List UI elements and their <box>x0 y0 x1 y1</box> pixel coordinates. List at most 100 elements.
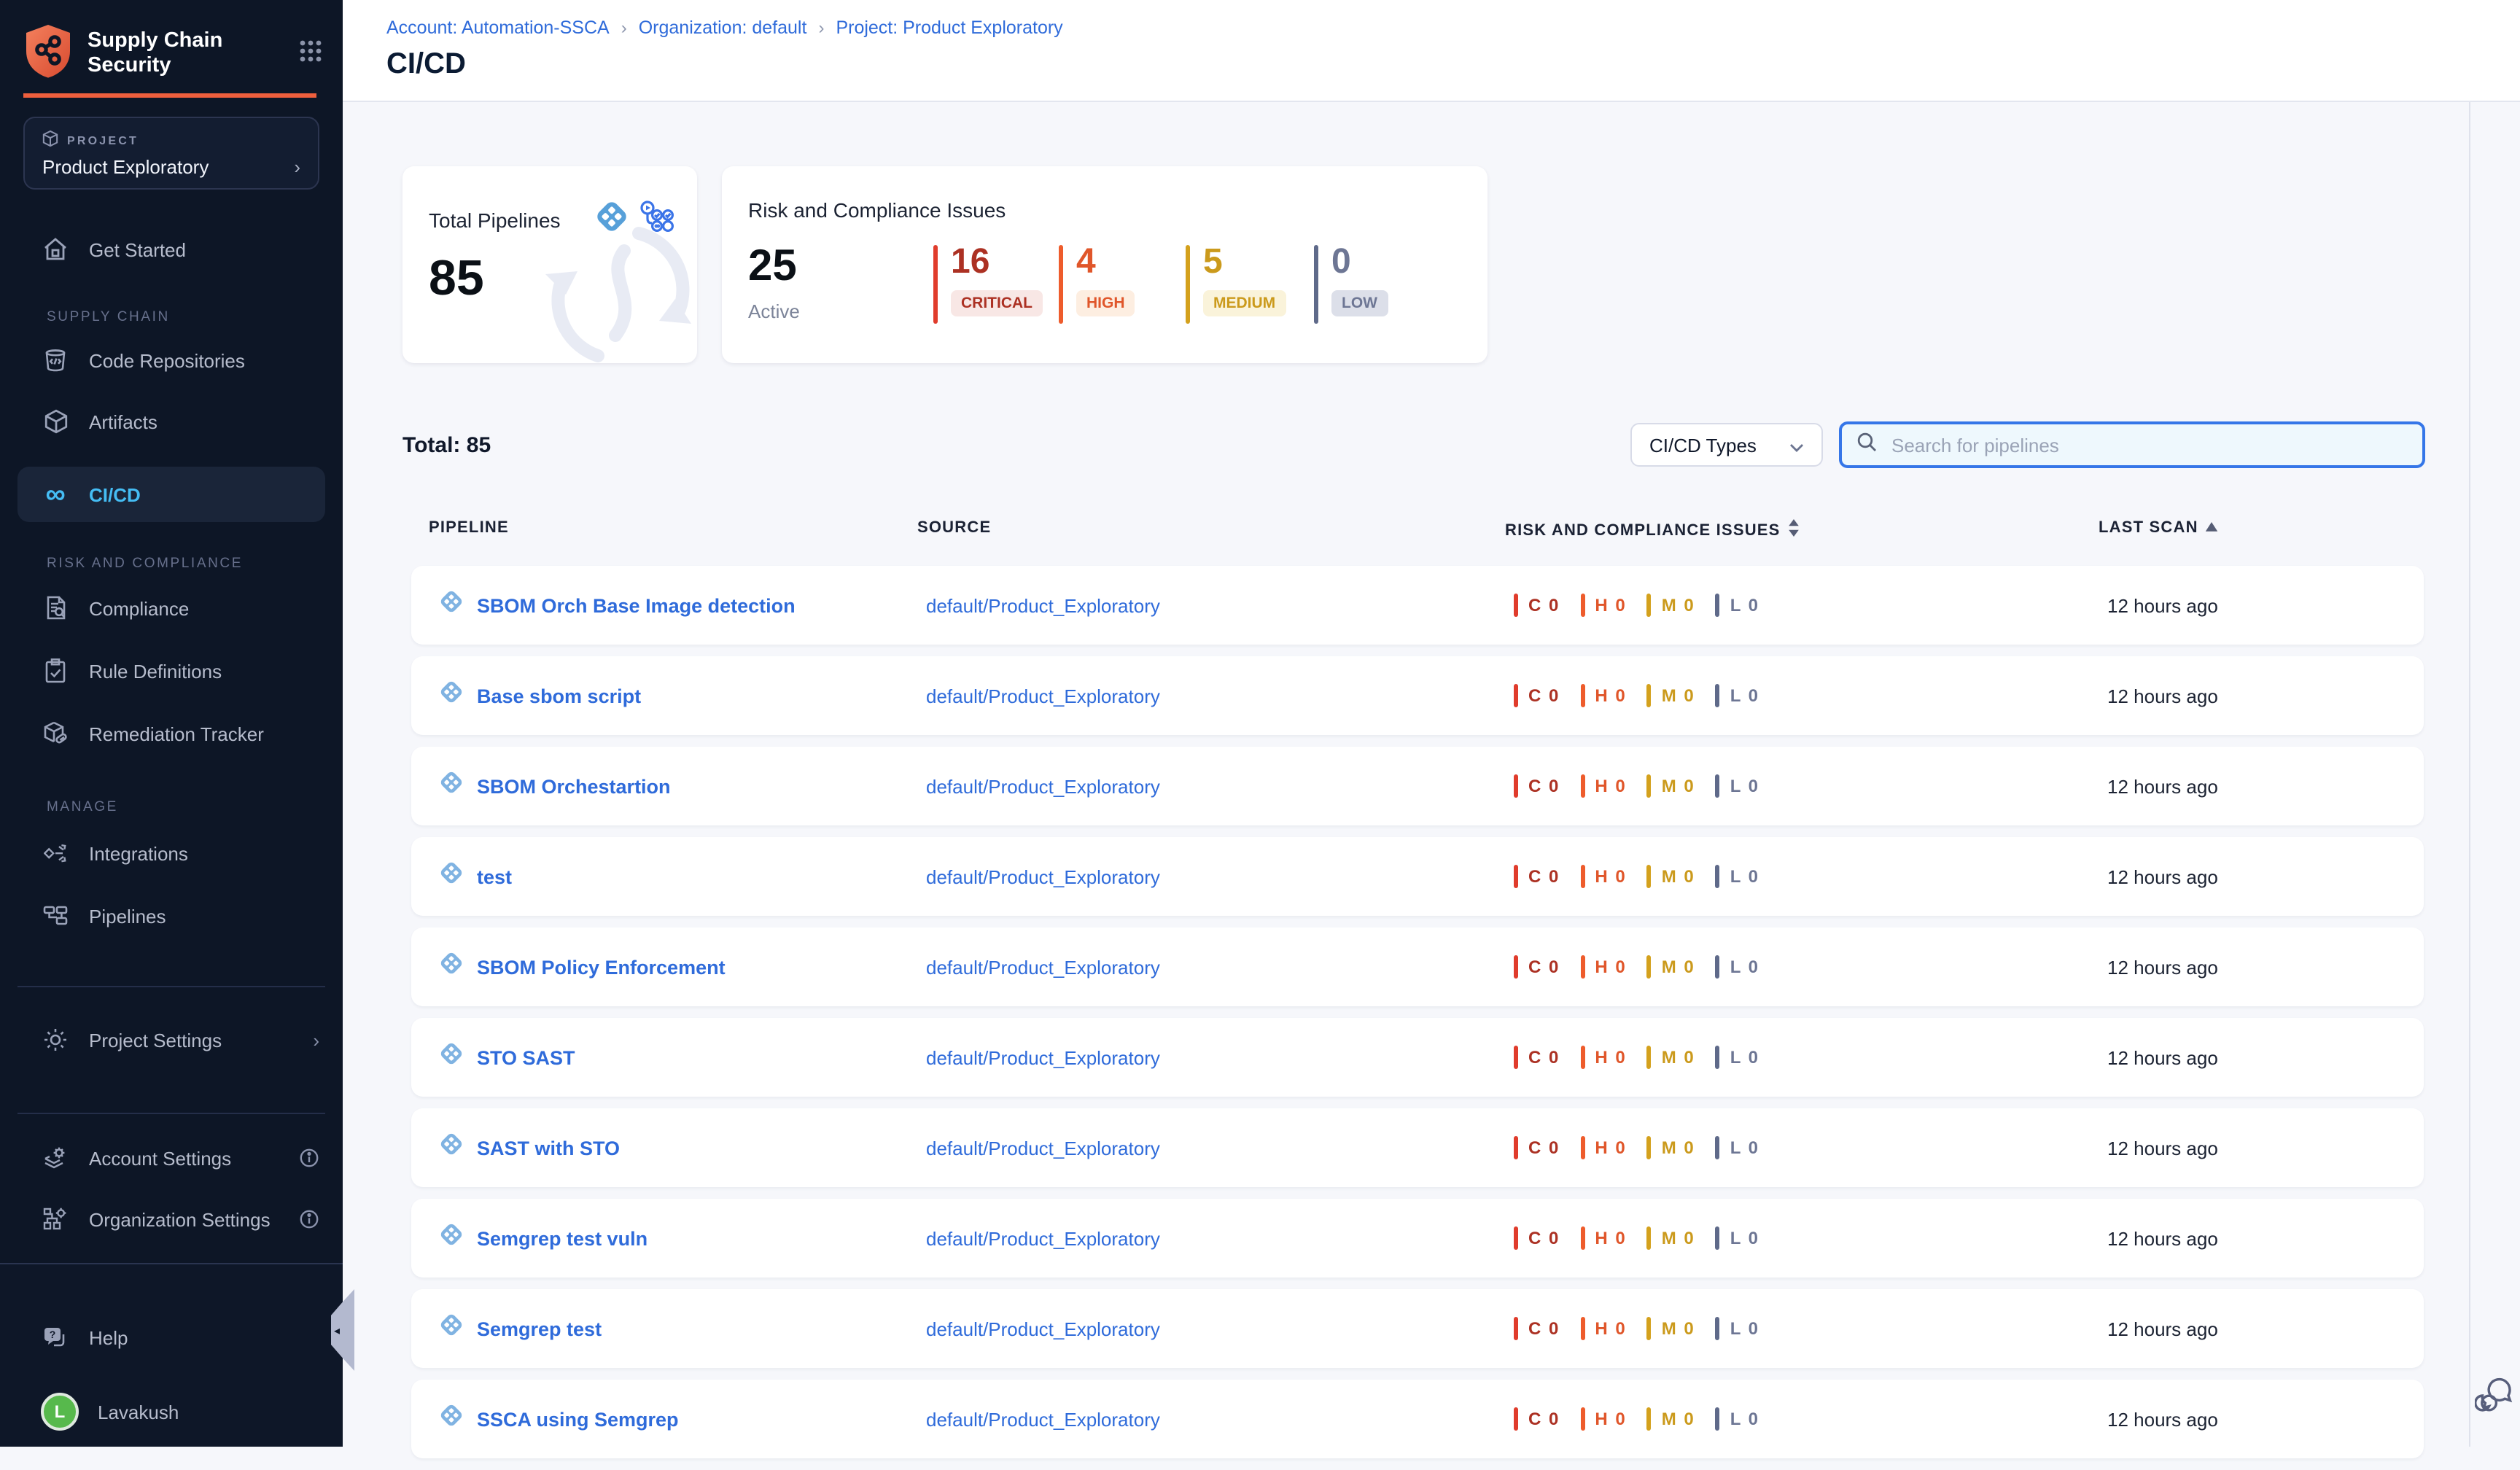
table-row[interactable]: SBOM Orch Base Image detection default/P… <box>411 566 2424 645</box>
info-icon[interactable] <box>299 1148 319 1168</box>
table-row[interactable]: Semgrep test vuln default/Product_Explor… <box>411 1199 2424 1278</box>
sidebar-item-cicd[interactable]: ∞ CI/CD <box>18 467 325 522</box>
box-pill-icon <box>41 720 70 747</box>
pipeline-source-link[interactable]: default/Product_Exploratory <box>926 866 1160 887</box>
severity-badge: CRITICAL <box>951 290 1043 316</box>
pipeline-name-link[interactable]: STO SAST <box>477 1046 575 1068</box>
pipeline-source-link[interactable]: default/Product_Exploratory <box>926 775 1160 797</box>
sidebar-item-help[interactable]: ? Help <box>18 1310 325 1365</box>
risk-severity-bar <box>1716 1136 1720 1159</box>
risk-severity-bar <box>1647 684 1652 707</box>
pipeline-name-link[interactable]: SBOM Orch Base Image detection <box>477 594 796 616</box>
pipeline-diamond-icon <box>438 949 465 984</box>
project-label: PROJECT <box>67 133 139 147</box>
project-selector[interactable]: PROJECT Product Exploratory › <box>23 117 319 190</box>
pipeline-source-link[interactable]: default/Product_Exploratory <box>926 956 1160 978</box>
chat-support-icon[interactable] <box>2475 1374 2514 1420</box>
risk-severity-count: L 0 <box>1730 685 1759 706</box>
risk-issue-counts: C 0H 0M 0L 0 <box>1514 1018 1770 1097</box>
sidebar-item-integrations[interactable]: Integrations <box>18 825 325 881</box>
artifact-box-icon <box>41 408 70 435</box>
pipeline-source-link[interactable]: default/Product_Exploratory <box>926 685 1160 707</box>
pipeline-source-link[interactable]: default/Product_Exploratory <box>926 1046 1160 1068</box>
risk-severity-bar <box>1580 1136 1584 1159</box>
sidebar-item-pipelines[interactable]: Pipelines <box>18 888 325 944</box>
sidebar-item-rule-definitions[interactable]: Rule Definitions <box>18 643 325 699</box>
table-row[interactable]: SBOM Policy Enforcement default/Product_… <box>411 928 2424 1006</box>
last-scan-value: 12 hours ago <box>2107 775 2218 797</box>
infinity-icon: ∞ <box>41 481 70 508</box>
table-row[interactable]: test default/Product_Exploratory C 0H 0M… <box>411 837 2424 916</box>
sidebar-item-project-settings[interactable]: Project Settings › <box>18 1012 325 1068</box>
risk-severity-bar <box>1716 774 1720 798</box>
severity-medium: 5 MEDIUM <box>1186 245 1286 324</box>
risk-severity-count: C 0 <box>1528 1228 1560 1248</box>
sidebar-item-organization-settings[interactable]: Organization Settings <box>18 1191 325 1247</box>
pipeline-source-link[interactable]: default/Product_Exploratory <box>926 1408 1160 1430</box>
risk-severity-bar <box>1514 774 1518 798</box>
risk-severity-bar <box>1514 684 1518 707</box>
table-row[interactable]: STO SAST default/Product_Exploratory C 0… <box>411 1018 2424 1097</box>
user-name: Lavakush <box>98 1401 179 1423</box>
document-search-icon <box>41 595 70 621</box>
sidebar-item-get-started[interactable]: Get Started <box>18 222 325 277</box>
risk-card-title: Risk and Compliance Issues <box>748 198 1006 222</box>
integrations-icon <box>41 841 70 866</box>
risk-severity-count: L 0 <box>1730 1228 1759 1248</box>
sidebar-item-account-settings[interactable]: Account Settings <box>18 1130 325 1186</box>
sidebar-item-artifacts[interactable]: Artifacts <box>18 394 325 449</box>
risk-issue-counts: C 0H 0M 0L 0 <box>1514 656 1770 735</box>
risk-severity-bar <box>1647 865 1652 888</box>
column-risk-issues[interactable]: RISK AND COMPLIANCE ISSUES <box>1505 519 1800 541</box>
risk-severity-count: H 0 <box>1595 595 1626 615</box>
user-menu[interactable]: L Lavakush <box>18 1384 325 1439</box>
severity-badge: MEDIUM <box>1203 290 1286 316</box>
pipeline-name-link[interactable]: Semgrep test <box>477 1318 602 1339</box>
pipeline-name-link[interactable]: SBOM Orchestartion <box>477 775 671 797</box>
pipeline-name-link[interactable]: Base sbom script <box>477 685 641 707</box>
sidebar-item-remediation-tracker[interactable]: Remediation Tracker <box>18 706 325 761</box>
risk-severity-count: L 0 <box>1730 1318 1759 1339</box>
info-icon[interactable] <box>299 1209 319 1229</box>
severity-badge: HIGH <box>1076 290 1135 316</box>
risk-severity-bar <box>1716 1317 1720 1340</box>
table-row[interactable]: SBOM Orchestartion default/Product_Explo… <box>411 747 2424 825</box>
pipeline-name-link[interactable]: SBOM Policy Enforcement <box>477 956 726 978</box>
table-row[interactable]: SAST with STO default/Product_Explorator… <box>411 1108 2424 1187</box>
app-grid-icon[interactable] <box>299 39 322 69</box>
risk-issue-counts: C 0H 0M 0L 0 <box>1514 1108 1770 1187</box>
table-row[interactable]: Base sbom script default/Product_Explora… <box>411 656 2424 735</box>
pipeline-source-link[interactable]: default/Product_Exploratory <box>926 1227 1160 1249</box>
risk-severity-count: M 0 <box>1662 957 1695 977</box>
table-row[interactable]: Semgrep test default/Product_Exploratory… <box>411 1289 2424 1368</box>
pipeline-source-link[interactable]: default/Product_Exploratory <box>926 1137 1160 1159</box>
sidebar-item-compliance[interactable]: Compliance <box>18 580 325 636</box>
pipeline-name-link[interactable]: test <box>477 866 512 887</box>
pipeline-source-link[interactable]: default/Product_Exploratory <box>926 1318 1160 1339</box>
pipeline-name-link[interactable]: SSCA using Semgrep <box>477 1408 679 1430</box>
breadcrumb-project[interactable]: Project: Product Exploratory <box>836 18 1062 38</box>
search-input[interactable] <box>1889 432 2408 457</box>
risk-severity-count: H 0 <box>1595 1228 1626 1248</box>
pipeline-name-link[interactable]: SAST with STO <box>477 1137 620 1159</box>
breadcrumb-organization[interactable]: Organization: default <box>639 18 807 38</box>
total-pipelines-value: 85 <box>429 251 484 308</box>
sidebar-item-code-repositories[interactable]: Code Repositories <box>18 332 325 388</box>
risk-severity-bar <box>1716 1046 1720 1069</box>
page-title: CI/CD <box>386 48 466 82</box>
risk-severity-bar <box>1514 1136 1518 1159</box>
breadcrumb-account[interactable]: Account: Automation-SSCA <box>386 18 610 38</box>
pipeline-name-link[interactable]: Semgrep test vuln <box>477 1227 648 1249</box>
risk-severity-count: M 0 <box>1662 1318 1695 1339</box>
risk-issue-counts: C 0H 0M 0L 0 <box>1514 837 1770 916</box>
risk-severity-count: L 0 <box>1730 595 1759 615</box>
chevron-right-icon: › <box>313 1029 319 1051</box>
pipeline-diamond-icon <box>438 1040 465 1075</box>
column-pipeline: PIPELINE <box>429 519 509 537</box>
severity-badge: LOW <box>1331 290 1388 316</box>
risk-severity-count: H 0 <box>1595 1138 1626 1158</box>
cicd-types-dropdown[interactable]: CI/CD Types <box>1630 423 1823 467</box>
pipeline-source-link[interactable]: default/Product_Exploratory <box>926 594 1160 616</box>
column-last-scan[interactable]: LAST SCAN <box>2099 519 2219 537</box>
risk-severity-bar <box>1514 1226 1518 1250</box>
